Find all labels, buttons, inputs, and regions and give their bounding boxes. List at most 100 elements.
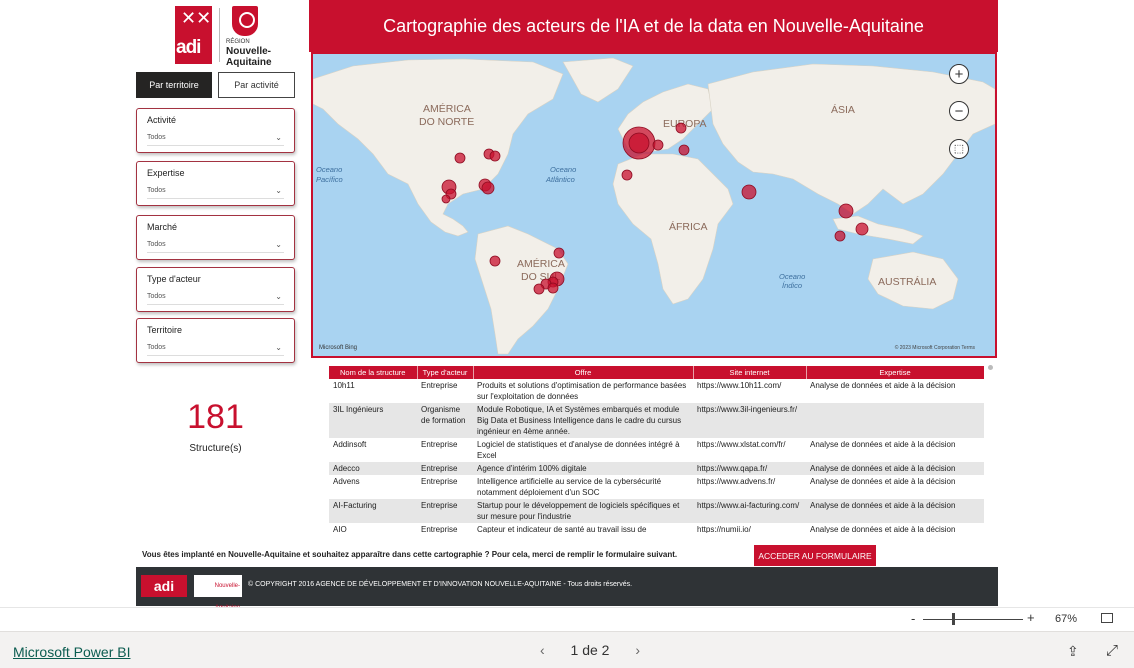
map-marker[interactable] [855,222,869,236]
map-marker[interactable] [547,282,559,294]
zoom-slider-thumb[interactable] [952,613,955,625]
cell-offer: Produits et solutions d'optimisation de … [477,381,687,401]
adi-pattern-icon: ✕✕ [181,8,212,29]
cell-type: Entreprise [417,499,473,523]
filter-value: Todos [147,293,166,300]
filter-activite[interactable]: Activité Todos ⌄ [136,108,295,153]
zoom-out-button[interactable]: − [949,101,969,121]
table-row[interactable]: 3IL Ingénieurs Organisme de formation Mo… [329,403,984,438]
cell-expertise: Analyse de données et aide à la décision [810,440,956,449]
map-marker[interactable] [553,247,565,259]
zoom-in-control[interactable]: + [1027,610,1035,625]
chevron-down-icon: ⌄ [275,186,282,195]
region-logo-line2: Aquitaine [226,57,272,68]
map-label: Pacífico [316,175,343,184]
map-marker[interactable] [533,283,545,295]
cell-expertise: Analyse de données et aide à la décision [810,477,956,486]
map-marker[interactable] [489,150,501,162]
access-form-button[interactable]: ACCEDER AU FORMULAIRE [754,545,876,566]
land-indonesia [832,215,924,245]
bottom-bar: Microsoft Power BI ‹ 1 de 2 › ⇪ ⤢ [0,631,1134,668]
map-marker[interactable] [834,230,846,242]
table-row[interactable]: AIO Entreprise Capteur et indicateur de … [329,523,984,533]
map-label: DO NORTE [419,116,474,128]
tab-par-activite[interactable]: Par activité [218,72,295,98]
cell-website[interactable]: https://www.10h11.com/ [693,379,806,403]
filter-type-acteur[interactable]: Type d'acteur Todos ⌄ [136,267,295,312]
zoom-in-button[interactable]: + [949,64,969,84]
map-label: Oceano [316,165,342,174]
cell-type: Entreprise [421,477,458,486]
footer-copyright: © COPYRIGHT 2016 AGENCE DE DÉVELOPPEMENT… [248,581,633,588]
table-row[interactable]: Advens Entreprise Intelligence artificie… [329,475,984,499]
filter-label: Activité [147,115,177,125]
structures-table[interactable]: Nom de la structure Type d'acteur Offre … [329,366,984,533]
cell-name: Addinsoft [333,440,367,449]
tab-par-territoire[interactable]: Par territoire [136,72,212,98]
filter-territoire[interactable]: Territoire Todos ⌄ [136,318,295,363]
page-indicator: 1 de 2 [570,642,610,658]
map-label: Oceano [550,165,576,174]
map-marker[interactable] [741,184,757,200]
power-bi-link[interactable]: Microsoft Power BI [13,644,130,660]
table-scrollbar[interactable] [988,365,993,370]
map-label: Oceano [779,272,805,281]
map-copyright[interactable]: © 2023 Microsoft Corporation Terms [895,345,975,351]
filter-marche[interactable]: Marché Todos ⌄ [136,215,295,260]
filter-dropdown[interactable]: Todos ⌄ [147,131,284,146]
filter-label: Type d'acteur [147,274,201,284]
map-marker[interactable] [481,181,495,195]
cell-name: 3IL Ingénieurs [329,403,417,438]
form-invitation-text: Vous êtes implanté en Nouvelle-Aquitaine… [142,550,678,559]
table-row[interactable]: 10h11 Entreprise Produits et solutions d… [329,379,984,403]
map-marker[interactable] [675,122,687,134]
zoom-out-control[interactable]: - [911,611,915,626]
filter-dropdown[interactable]: Todos ⌄ [147,341,284,356]
world-map[interactable]: AMÉRICA DO NORTE EUROPA ÁSIA ÁFRICA AMÉR… [311,52,997,358]
cell-website[interactable]: https://www.qapa.fr/ [693,462,806,475]
cell-website[interactable]: https://www.advens.fr/ [693,475,806,499]
filter-dropdown[interactable]: Todos ⌄ [147,290,284,305]
cell-website[interactable]: https://www.3il-ingenieurs.fr/ [693,403,806,438]
chevron-down-icon: ⌄ [275,343,282,352]
filter-dropdown[interactable]: Todos ⌄ [147,184,284,199]
column-header[interactable]: Site internet [693,366,807,379]
chevron-down-icon: ⌄ [275,133,282,142]
previous-page-button[interactable]: ‹ [540,642,545,658]
cell-offer: Module Robotique, IA et Systèmes embarqu… [473,403,693,438]
filter-label: Territoire [147,325,183,335]
map-label: ÁSIA [831,103,855,116]
next-page-button[interactable]: › [635,642,640,658]
column-header[interactable]: Type d'acteur [417,366,474,379]
filter-expertise[interactable]: Expertise Todos ⌄ [136,161,295,206]
column-header[interactable]: Offre [473,366,694,379]
map-marker[interactable] [628,132,650,154]
map-marker[interactable] [489,255,501,267]
map-marker[interactable] [652,139,664,151]
fullscreen-icon[interactable]: ⤢ [1106,642,1118,659]
selection-tool-button[interactable]: ⬚ [949,139,969,159]
filter-dropdown[interactable]: Todos ⌄ [147,238,284,253]
map-marker[interactable] [454,152,466,164]
fit-to-page-icon[interactable] [1101,613,1113,623]
table-row[interactable]: Addinsoft Entreprise Logiciel de statist… [329,438,984,462]
cell-website[interactable]: https://www.xlstat.com/fr/ [693,438,806,462]
filter-value: Todos [147,344,166,351]
cell-expertise: Analyse de données et aide à la décision [806,462,984,475]
report-title: Cartographie des acteurs de l'IA et de l… [309,0,998,52]
column-header[interactable]: Expertise [806,366,984,379]
map-marker[interactable] [621,169,633,181]
map-marker[interactable] [678,144,690,156]
continents [313,57,995,355]
filter-label: Expertise [147,168,185,178]
adi-logo: ✕✕ adi [175,6,212,64]
zoom-slider-track[interactable] [923,619,1023,620]
cell-website[interactable]: https://numii.io/ [693,523,806,533]
map-marker[interactable] [838,203,854,219]
share-icon[interactable]: ⇪ [1067,643,1079,660]
cell-website[interactable]: https://www.ai-facturing.com/ [693,499,806,523]
table-row[interactable]: AI-Facturing Entreprise Startup pour le … [329,499,984,523]
column-header[interactable]: Nom de la structure [329,366,418,379]
map-marker[interactable] [441,194,451,204]
table-row[interactable]: Adecco Entreprise Agence d'intérim 100% … [329,462,984,475]
